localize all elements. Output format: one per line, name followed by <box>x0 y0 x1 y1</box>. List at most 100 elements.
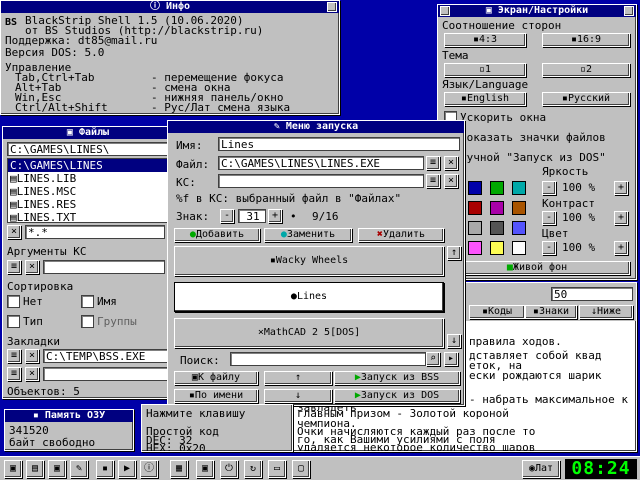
sign-input[interactable]: 31 <box>238 209 266 223</box>
info-icon[interactable]: ⓘ <box>140 460 158 478</box>
search-button[interactable]: ⌕ <box>426 352 440 366</box>
ks-clear-button[interactable]: × <box>444 174 458 188</box>
add-button[interactable]: ●Добавить <box>174 228 260 242</box>
ratio-4-3-button[interactable]: ▪4:3 <box>444 33 526 47</box>
lang-russian-button[interactable]: ▪Русский <box>542 92 630 106</box>
args-menu-button[interactable]: ≡ <box>7 260 21 274</box>
bookmark-remove-button[interactable]: × <box>25 367 39 381</box>
delete-button[interactable]: ✖Удалить <box>358 228 444 242</box>
file-input[interactable]: C:\GAMES\LINES\LINES.EXE <box>218 156 424 170</box>
signs-button[interactable]: ▪Знаки <box>525 305 577 319</box>
color-plus-button[interactable]: + <box>614 241 628 255</box>
ks-input[interactable] <box>218 174 424 188</box>
language-toggle-button[interactable]: ◉Лат <box>522 460 560 478</box>
to-file-button[interactable]: ▣К файлу <box>174 371 258 385</box>
contrast-plus-button[interactable]: + <box>614 211 628 225</box>
color-swatch[interactable] <box>490 221 504 235</box>
search-next-button[interactable]: ▸ <box>444 352 458 366</box>
settings-icon[interactable]: ▦ <box>170 460 188 478</box>
bookmark-clear-button[interactable]: × <box>25 349 39 363</box>
bookmark-menu-button[interactable]: ≡ <box>7 349 21 363</box>
file-menu-button[interactable]: ≡ <box>426 156 440 170</box>
file-row[interactable]: ▤LINES.LIB <box>8 172 170 185</box>
down-button[interactable]: ↓Ниже <box>579 305 633 319</box>
files-window-title-bar[interactable]: ▣ Файлы <box>3 127 173 139</box>
power-icon[interactable]: ⏻ <box>220 460 238 478</box>
files-icon[interactable]: ▤ <box>26 460 44 478</box>
color-swatch[interactable] <box>468 201 482 215</box>
sort-none-radio[interactable] <box>7 295 20 308</box>
scroll-down-button[interactable]: ↓ <box>447 334 461 348</box>
bookmark-input-2[interactable] <box>43 367 171 381</box>
color-minus-button[interactable]: - <box>542 241 556 255</box>
close-button[interactable] <box>624 6 634 16</box>
codes-button[interactable]: ▪Коды <box>469 305 525 319</box>
path-input[interactable]: C:\GAMES\LINES\ <box>7 142 171 156</box>
sign-plus-button[interactable]: + <box>268 209 282 223</box>
memory-window-title-bar[interactable]: ▪ Память ОЗУ <box>5 410 133 422</box>
viewer-icon[interactable]: ▪ <box>96 460 114 478</box>
theme-1-button[interactable]: ▫1 <box>444 63 526 77</box>
close-button[interactable] <box>327 2 337 12</box>
contrast-minus-button[interactable]: - <box>542 211 556 225</box>
lang-english-button[interactable]: ▪English <box>444 92 526 106</box>
color-swatch[interactable] <box>512 201 526 215</box>
sort-type-radio[interactable] <box>7 315 20 328</box>
launch-item-selected[interactable]: ●Lines <box>174 282 444 312</box>
viewer-field[interactable]: 50 <box>551 287 633 301</box>
bookmark-add-button[interactable]: ≡ <box>7 367 21 381</box>
color-swatch[interactable] <box>468 221 482 235</box>
editor-icon[interactable]: ✎ <box>70 460 88 478</box>
bookmark-input[interactable]: C:\TEMP\BSS.EXE <box>43 349 171 363</box>
brightness-plus-button[interactable]: + <box>614 181 628 195</box>
monitor-icon[interactable]: ▣ <box>196 460 214 478</box>
name-input[interactable]: Lines <box>218 137 460 151</box>
color-swatch[interactable] <box>468 181 482 195</box>
launch-icon[interactable]: ▶ <box>118 460 136 478</box>
file-list[interactable]: C:\GAMES\LINES ▤LINES.LIB ▤LINES.MSC ▤LI… <box>7 158 171 223</box>
sign-minus-button[interactable]: - <box>220 209 234 223</box>
color-swatch[interactable] <box>468 241 482 255</box>
sort-groups-radio[interactable] <box>81 315 94 328</box>
keyboard-icon[interactable]: ▭ <box>268 460 286 478</box>
color-swatch[interactable] <box>490 201 504 215</box>
file-row[interactable]: ▤LINES.RES <box>8 198 170 211</box>
menu-button[interactable] <box>440 6 450 16</box>
launch-item[interactable]: ×MathCAD 2 5[DOS] <box>174 318 444 348</box>
color-swatch[interactable] <box>512 181 526 195</box>
ratio-16-9-button[interactable]: ▪16:9 <box>542 33 630 47</box>
live-bg-button[interactable]: ■Живой фон <box>444 261 630 275</box>
file-row[interactable]: ▤LINES.TXT <box>8 211 170 222</box>
launch-dos-button[interactable]: ▶Запуск из DOS <box>334 389 460 403</box>
mask-input[interactable]: *.* <box>25 225 165 239</box>
search-input[interactable] <box>230 352 426 366</box>
folder-icon[interactable]: ▣ <box>48 460 66 478</box>
color-swatch[interactable] <box>512 241 526 255</box>
color-swatch[interactable] <box>490 181 504 195</box>
move-down-button[interactable]: ↓ <box>264 389 332 403</box>
scroll-up-button[interactable]: ↑ <box>447 246 461 260</box>
start-icon[interactable]: ▣ <box>4 460 22 478</box>
args-clear-button[interactable]: × <box>25 260 39 274</box>
file-row[interactable]: ▤LINES.MSC <box>8 185 170 198</box>
brightness-minus-button[interactable]: - <box>542 181 556 195</box>
args-input[interactable] <box>43 260 165 274</box>
by-name-button[interactable]: ▪По имени <box>174 389 258 403</box>
launch-window-title-bar[interactable]: ✎ Меню запуска <box>168 121 464 133</box>
file-clear-button[interactable]: × <box>444 156 458 170</box>
ks-menu-button[interactable]: ≡ <box>426 174 440 188</box>
replace-button[interactable]: ●Заменить <box>264 228 352 242</box>
theme-2-button[interactable]: ▫2 <box>542 63 630 77</box>
info-window-title-bar[interactable]: ⓘ Инфо <box>1 1 339 13</box>
screenshot-icon[interactable]: ▢ <box>292 460 310 478</box>
screen-window-title-bar[interactable]: ▣ Экран/Настройки <box>438 5 636 17</box>
mask-button[interactable]: × <box>7 225 21 239</box>
sort-name-radio[interactable] <box>81 295 94 308</box>
color-swatch[interactable] <box>490 241 504 255</box>
folder-row[interactable]: C:\GAMES\LINES <box>8 159 170 172</box>
reboot-icon[interactable]: ↻ <box>244 460 262 478</box>
color-swatch[interactable] <box>512 221 526 235</box>
launch-item[interactable]: ▪Wacky Wheels <box>174 246 444 276</box>
launch-bss-button[interactable]: ▶Запуск из BSS <box>334 371 460 385</box>
move-up-button[interactable]: ↑ <box>264 371 332 385</box>
